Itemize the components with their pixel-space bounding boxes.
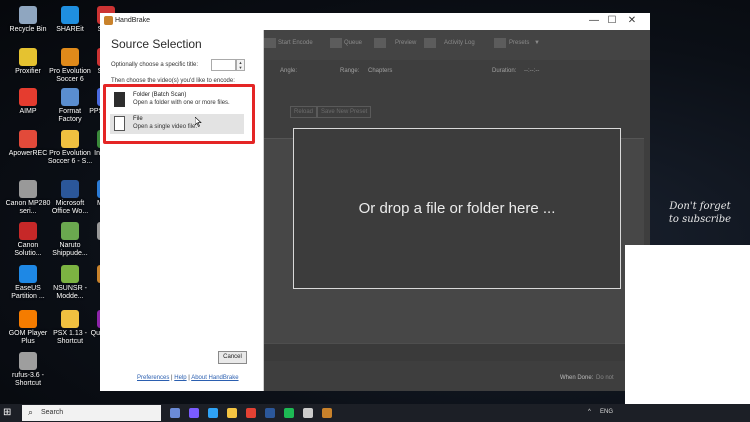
app-icon <box>61 222 79 240</box>
help-link[interactable]: Help <box>174 375 186 381</box>
queue-icon <box>330 38 342 48</box>
title-number-input[interactable] <box>211 59 236 71</box>
status-bar: When Done: Do not <box>264 371 650 391</box>
desktop-icon-label: Proxifier <box>15 68 41 75</box>
app-icon <box>19 48 37 66</box>
task-view-taskbar-icon[interactable] <box>170 408 180 418</box>
red-highlight-box <box>103 84 255 144</box>
handbrake-taskbar-icon[interactable] <box>322 408 332 418</box>
window-title: HandBrake <box>115 17 151 24</box>
app-icon <box>61 88 79 106</box>
app-icon <box>19 180 37 198</box>
watermark-line-2: to subscribe <box>668 214 732 225</box>
close-button[interactable]: ✕ <box>622 15 642 26</box>
watermark-line-1: Don't forget <box>669 201 731 212</box>
search-icon: ⌕ <box>28 407 34 417</box>
app-icon <box>61 180 79 198</box>
optional-title-label: Optionally choose a specific title: <box>111 62 199 68</box>
queue-button[interactable]: Queue <box>344 40 362 46</box>
start-encode-icon <box>264 38 276 48</box>
link-separator: | <box>188 375 190 381</box>
about-handbrake-link[interactable]: About HandBrake <box>191 375 238 381</box>
minimize-button[interactable]: — <box>584 15 604 26</box>
desktop-icon-label: GOM Player Plus <box>8 330 48 345</box>
webcam-overlay <box>625 245 750 422</box>
when-done-label: When Done: <box>560 375 594 381</box>
desktop-icon[interactable]: rufus-3.6 - Shortcut <box>5 352 51 388</box>
destination-bar <box>264 343 650 361</box>
app-icon <box>61 48 79 66</box>
app-icon <box>19 310 37 328</box>
desktop-icon-label: AIMP <box>19 108 37 115</box>
reload-preset-button[interactable]: Reload <box>290 106 318 118</box>
spinner-down-icon[interactable]: ▼ <box>237 65 244 70</box>
drop-zone[interactable]: Or drop a file or folder here ... <box>293 128 621 289</box>
app-icon <box>19 265 37 283</box>
windows-start-icon[interactable]: ⊞ <box>3 407 15 419</box>
title-bar: HandBrake — ☐ ✕ <box>100 13 650 30</box>
desktop-icon[interactable]: Canon MP280 seri... <box>5 180 51 216</box>
desktop-icon[interactable]: EaseUS Partition ... <box>5 265 51 301</box>
cancel-button[interactable]: Cancel <box>218 351 247 364</box>
link-separator: | <box>171 375 173 381</box>
desktop-icon[interactable]: GOM Player Plus <box>5 310 51 346</box>
maximize-button[interactable]: ☐ <box>602 15 622 26</box>
app-icon <box>19 88 37 106</box>
duration-value: --:--:-- <box>524 68 540 74</box>
range-label: Range: <box>340 68 360 74</box>
file-explorer-taskbar-icon[interactable] <box>227 408 237 418</box>
desktop-icon-label: Canon MP280 seri... <box>5 200 51 215</box>
desktop-icon-label: EaseUS Partition ... <box>11 285 45 300</box>
app-2-taskbar-icon[interactable] <box>303 408 313 418</box>
activity-log-button[interactable]: Activity Log <box>444 40 475 46</box>
preview-button[interactable]: Preview <box>395 40 416 46</box>
app-1-taskbar-icon[interactable] <box>189 408 199 418</box>
presets-chevron-down-icon[interactable]: ▼ <box>534 40 540 46</box>
start-encode-button[interactable]: Start Encode <box>278 40 313 46</box>
footer-links: Preferences | Help | About HandBrake <box>137 375 239 381</box>
presets-icon <box>494 38 506 48</box>
subscribe-watermark: Don't forget to subscribe <box>655 200 745 226</box>
spotify-taskbar-icon[interactable] <box>284 408 294 418</box>
app-icon <box>19 6 37 24</box>
activity-log-icon <box>424 38 436 48</box>
desktop-icon-label: rufus-3.6 - Shortcut <box>12 372 44 387</box>
language-indicator[interactable]: ENG <box>600 409 613 415</box>
desktop-icon[interactable]: AIMP <box>5 88 51 116</box>
presets-button[interactable]: Presets <box>509 40 529 46</box>
app-icon <box>61 265 79 283</box>
word-taskbar-icon[interactable] <box>265 408 275 418</box>
preview-icon <box>374 38 386 48</box>
app-icon <box>61 310 79 328</box>
app-icon <box>19 352 37 370</box>
taskbar: ⊞ ⌕ Search ^ ENG <box>0 404 750 422</box>
drop-zone-text: Or drop a file or folder here ... <box>358 200 556 217</box>
photoshop-taskbar-icon[interactable] <box>208 408 218 418</box>
title-spinner[interactable]: ▲ ▼ <box>236 59 245 71</box>
search-placeholder: Search <box>41 409 64 416</box>
angle-label: Angle: <box>280 68 298 74</box>
app-icon <box>61 130 79 148</box>
when-done-select[interactable]: Do not <box>596 375 614 381</box>
desktop-icon[interactable]: Canon Solutio... <box>5 222 51 258</box>
range-select[interactable]: Chapters <box>368 68 392 74</box>
taskbar-search[interactable]: ⌕ Search <box>22 405 161 421</box>
app-icon <box>19 130 37 148</box>
desktop-icon-label: Canon Solutio... <box>14 242 42 257</box>
source-selection-title: Source Selection <box>111 37 202 51</box>
desktop-icon-label: Recycle Bin <box>9 26 47 33</box>
tray-chevron-icon[interactable]: ^ <box>588 409 591 415</box>
duration-label: Duration: <box>492 68 517 74</box>
desktop-icon-label: ApowerREC <box>8 150 48 157</box>
app-icon <box>61 6 79 24</box>
app-icon <box>19 222 37 240</box>
desktop-icon[interactable]: Proxifier <box>5 48 51 76</box>
save-new-preset-button[interactable]: Save New Preset <box>317 106 372 118</box>
handbrake-logo-icon <box>104 16 113 25</box>
toolbar: Start Encode Queue Preview Activity Log … <box>264 30 650 60</box>
chrome-taskbar-icon[interactable] <box>246 408 256 418</box>
desktop-icon[interactable]: ApowerREC <box>5 130 51 158</box>
preferences-link[interactable]: Preferences <box>137 375 169 381</box>
desktop-icon[interactable]: Recycle Bin <box>5 6 51 34</box>
